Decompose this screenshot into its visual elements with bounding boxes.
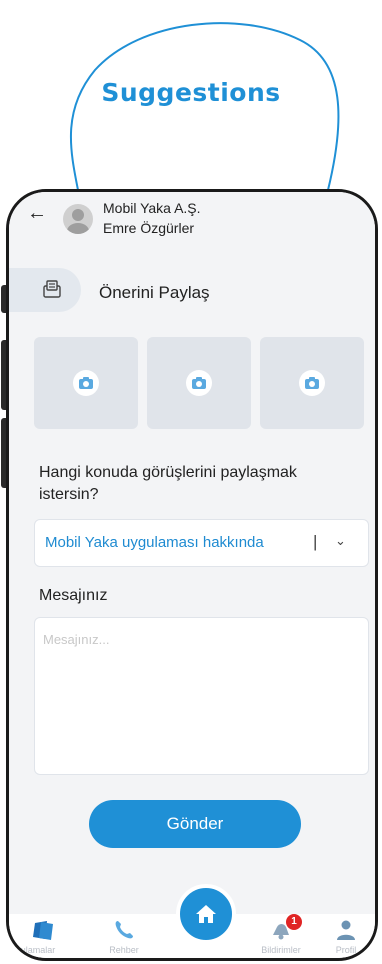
nav-label-contacts: Rehber [109,945,139,955]
apps-icon [33,921,53,940]
user-icon [337,920,355,940]
topic-selected-value: Mobil Yaka uygulaması hakkında [45,534,264,551]
nav-item-notifications[interactable]: 1 Bildirimler [246,914,316,958]
nav-item-apps[interactable]: Uygulamalar [6,914,79,958]
back-arrow-icon[interactable]: ← [27,202,47,225]
photo-slot-2[interactable] [147,337,251,429]
camera-icon [299,370,325,396]
chevron-down-icon[interactable]: ⌄ [335,533,346,549]
home-icon [196,905,216,923]
phone-frame: ← Mobil Yaka A.Ş. Emre Özgürler Önerini … [6,189,378,961]
send-button[interactable]: Gönder [89,800,301,848]
photo-slot-1[interactable] [34,337,138,429]
camera-icon [186,370,212,396]
nav-label-profile: Profil [335,945,357,955]
nav-label-notifications: Bildirimler [261,945,301,955]
message-placeholder: Mesajınız... [43,632,110,647]
message-input[interactable]: Mesajınız... [34,617,369,775]
phone-icon [115,921,133,939]
suggestion-box-icon [43,280,61,298]
nav-item-contacts[interactable]: Rehber [89,914,159,958]
avatar[interactable] [63,204,93,234]
home-button[interactable] [176,884,236,944]
message-label: Mesajınız [39,587,108,604]
photo-slot-3[interactable] [260,337,364,429]
topic-select[interactable]: Mobil Yaka uygulaması hakkında | ⌄ [34,519,369,567]
company-name: Mobil Yaka A.Ş. [103,200,201,216]
nav-label-apps: Uygulamalar [6,945,56,955]
section-title: Önerini Paylaş [99,283,210,302]
camera-icon [73,370,99,396]
topic-question: Hangi konuda görüşlerini paylaşmak ister… [39,464,297,503]
notification-badge: 1 [286,914,302,930]
user-name: Emre Özgürler [103,220,195,236]
app-header: ← Mobil Yaka A.Ş. Emre Özgürler [9,192,375,246]
banner-title: Suggestions [101,78,281,107]
select-separator: | [313,532,318,551]
nav-item-profile[interactable]: Profil [311,914,375,958]
